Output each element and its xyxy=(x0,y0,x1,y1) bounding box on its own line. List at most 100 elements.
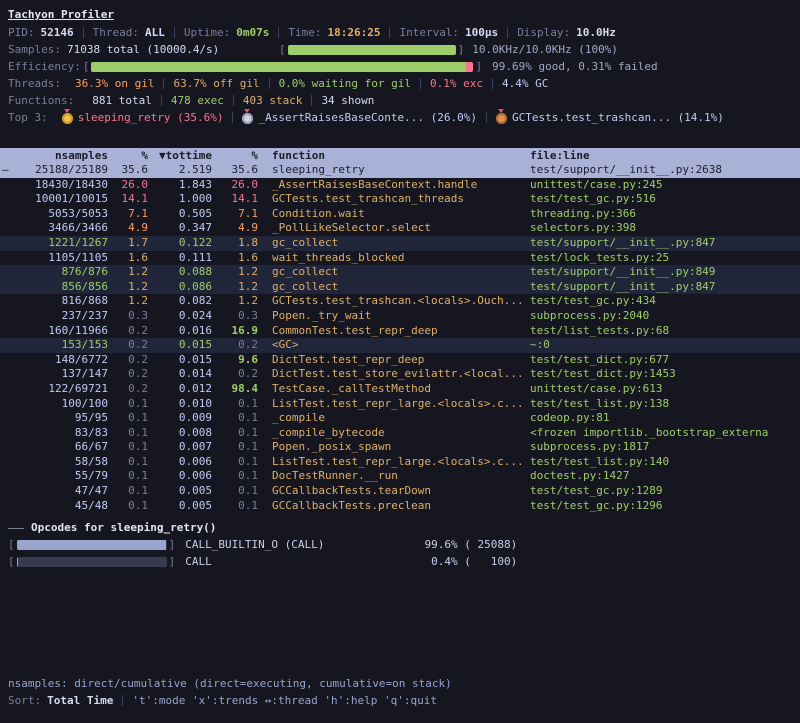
file-line-cell: ~:0 xyxy=(530,338,792,353)
table-row[interactable]: 816/8681.20.0821.2GCTests.test_trashcan.… xyxy=(0,294,800,309)
table-row[interactable]: 45/480.10.0050.1GCCallbackTests.preclean… xyxy=(0,499,800,514)
table-row[interactable]: 1105/11051.60.1111.6wait_threads_blocked… xyxy=(0,251,800,266)
gold-medal-icon xyxy=(62,113,73,124)
bracket-open: [ xyxy=(8,537,15,553)
column-header-tottime[interactable]: ▼tottime xyxy=(148,148,212,163)
pct-direct-cell: 7.1 xyxy=(108,207,148,222)
table-row[interactable]: 137/1470.20.0140.2DictTest.test_store_ev… xyxy=(0,367,800,382)
table-row[interactable]: 10001/1001514.11.00014.1GCTests.test_tra… xyxy=(0,192,800,207)
top3-line: Top 3: sleeping_retry (35.6%)_AssertRais… xyxy=(8,109,792,126)
bracket-open: [ xyxy=(8,554,15,570)
threads-label: Threads: xyxy=(8,75,61,92)
column-header-pct-cum[interactable]: % xyxy=(212,148,258,163)
file-line-cell: test/test_gc.py:1296 xyxy=(530,499,792,514)
file-line-cell: test/lock_tests.py:25 xyxy=(530,251,792,266)
profiler-screen: Tachyon Profiler PID: 52146 Thread: ALL … xyxy=(8,6,792,570)
table-row[interactable]: 876/8761.20.0881.2gc_collecttest/support… xyxy=(0,265,800,280)
table-row[interactable]: 153/1530.20.0150.2<GC>~:0 xyxy=(0,338,800,353)
opcodes-section: Opcodes for sleeping_retry() []CALL_BUIL… xyxy=(8,520,792,570)
function-cell: _compile_bytecode xyxy=(258,426,530,441)
pct-cum-cell: 1.2 xyxy=(212,265,258,280)
divider xyxy=(389,27,390,38)
display-label: Display: xyxy=(517,24,570,41)
table-row[interactable]: 55/790.10.0060.1DocTestRunner.__rundocte… xyxy=(0,469,800,484)
title-bar: Tachyon Profiler xyxy=(8,6,792,24)
pct-cum-cell: 0.1 xyxy=(212,499,258,514)
opcode-row: []CALL_BUILTIN_O (CALL)99.6% ( 25088) xyxy=(8,537,792,553)
pct-cum-cell: 0.1 xyxy=(212,426,258,441)
file-line-cell: test/test_dict.py:677 xyxy=(530,353,792,368)
key-hints: 't':mode 'x':trends ↔:thread 'h':help 'q… xyxy=(132,692,437,709)
nsamples-cell: 3466/3466 xyxy=(8,221,108,236)
column-header-pct-direct[interactable]: % xyxy=(108,148,148,163)
nsamples-legend: nsamples: direct/cumulative (direct=exec… xyxy=(8,675,452,692)
tottime-cell: 0.082 xyxy=(148,294,212,309)
table-row[interactable]: 95/950.10.0090.1_compilecodeop.py:81 xyxy=(0,411,800,426)
table-row[interactable]: –25188/2518935.62.51935.6sleeping_retryt… xyxy=(0,163,800,178)
table-row[interactable]: 5053/50537.10.5057.1Condition.waitthread… xyxy=(0,207,800,222)
samples-rate: 10.0KHz/10.0KHz (100%) xyxy=(472,41,618,58)
table-row[interactable]: 148/67720.20.0159.6DictTest.test_repr_de… xyxy=(0,353,800,368)
horizontal-rule xyxy=(8,528,24,529)
table-row[interactable]: 856/8561.20.0861.2gc_collecttest/support… xyxy=(0,280,800,295)
nsamples-cell: 47/47 xyxy=(8,484,108,499)
bracket-open: [ xyxy=(279,41,286,58)
nsamples-cell: 45/48 xyxy=(8,499,108,514)
tottime-cell: 0.122 xyxy=(148,236,212,251)
pct-direct-cell: 0.1 xyxy=(108,455,148,470)
nsamples-cell: 83/83 xyxy=(8,426,108,441)
table-row[interactable]: 18430/1843026.01.84326.0_AssertRaisesBas… xyxy=(0,178,800,193)
pct-cum-cell: 0.2 xyxy=(212,338,258,353)
tottime-cell: 0.005 xyxy=(148,484,212,499)
bracket-close: ] xyxy=(475,58,482,75)
table-row[interactable]: 47/470.10.0050.1GCCallbackTests.tearDown… xyxy=(0,484,800,499)
function-cell: DictTest.test_store_evilattr.<local... xyxy=(258,367,530,382)
divider xyxy=(233,95,234,106)
file-line-cell: test/test_gc.py:516 xyxy=(530,192,792,207)
top3-entry: sleeping_retry (35.6%) xyxy=(78,109,224,126)
tottime-cell: 2.519 xyxy=(148,163,212,178)
stat-value: 63.7% off gil xyxy=(173,75,259,92)
bracket-close: ] xyxy=(458,41,465,58)
function-cell: GCTests.test_trashcan.<locals>.Ouch... xyxy=(258,294,530,309)
help-footer: nsamples: direct/cumulative (direct=exec… xyxy=(8,675,452,709)
table-row[interactable]: 1221/12671.70.1221.8gc_collecttest/suppo… xyxy=(0,236,800,251)
tottime-cell: 0.008 xyxy=(148,426,212,441)
table-row[interactable]: 160/119660.20.01616.9CommonTest.test_rep… xyxy=(0,324,800,339)
divider xyxy=(83,27,84,38)
table-row[interactable]: 83/830.10.0080.1_compile_bytecode<frozen… xyxy=(0,426,800,441)
nsamples-cell: 148/6772 xyxy=(8,353,108,368)
function-cell: _compile xyxy=(258,411,530,426)
efficiency-bar xyxy=(91,62,473,72)
table-row[interactable]: 3466/34664.90.3474.9_PollLikeSelector.se… xyxy=(0,221,800,236)
thread-value[interactable]: ALL xyxy=(145,24,165,41)
tottime-cell: 1.843 xyxy=(148,178,212,193)
functions-stats: 881 total478 exec403 stack34 shown xyxy=(92,92,374,109)
function-cell: Popen._try_wait xyxy=(258,309,530,324)
tottime-cell: 0.010 xyxy=(148,397,212,412)
interval-value: 100µs xyxy=(465,24,498,41)
table-row[interactable]: 66/670.10.0070.1Popen._posix_spawnsubpro… xyxy=(0,440,800,455)
pct-direct-cell: 0.2 xyxy=(108,353,148,368)
function-cell: DocTestRunner.__run xyxy=(258,469,530,484)
opcode-label: CALL_BUILTIN_O (CALL) xyxy=(185,537,415,553)
column-header-nsamples[interactable]: nsamples xyxy=(8,148,108,163)
table-row[interactable]: 122/697210.20.01298.4TestCase._callTestM… xyxy=(0,382,800,397)
function-cell: wait_threads_blocked xyxy=(258,251,530,266)
table-row[interactable]: 58/580.10.0060.1ListTest.test_repr_large… xyxy=(0,455,800,470)
tottime-cell: 0.086 xyxy=(148,280,212,295)
table-header: nsamples % ▼tottime % function file:line xyxy=(0,148,800,163)
pct-direct-cell: 4.9 xyxy=(108,221,148,236)
tottime-cell: 0.015 xyxy=(148,338,212,353)
uptime-value: 0m07s xyxy=(236,24,269,41)
column-header-function[interactable]: function xyxy=(258,148,530,163)
thread-label: Thread: xyxy=(93,24,139,41)
table-row[interactable]: 237/2370.30.0240.3Popen._try_waitsubproc… xyxy=(0,309,800,324)
table-row[interactable]: 100/1000.10.0100.1ListTest.test_repr_lar… xyxy=(0,397,800,412)
file-line-cell: test/support/__init__.py:847 xyxy=(530,236,792,251)
app-title: Tachyon Profiler xyxy=(8,6,114,24)
nsamples-cell: 237/237 xyxy=(8,309,108,324)
top3-items: sleeping_retry (35.6%)_AssertRaisesBaseC… xyxy=(62,109,724,126)
column-header-file-line[interactable]: file:line xyxy=(530,148,792,163)
tottime-cell: 0.005 xyxy=(148,499,212,514)
